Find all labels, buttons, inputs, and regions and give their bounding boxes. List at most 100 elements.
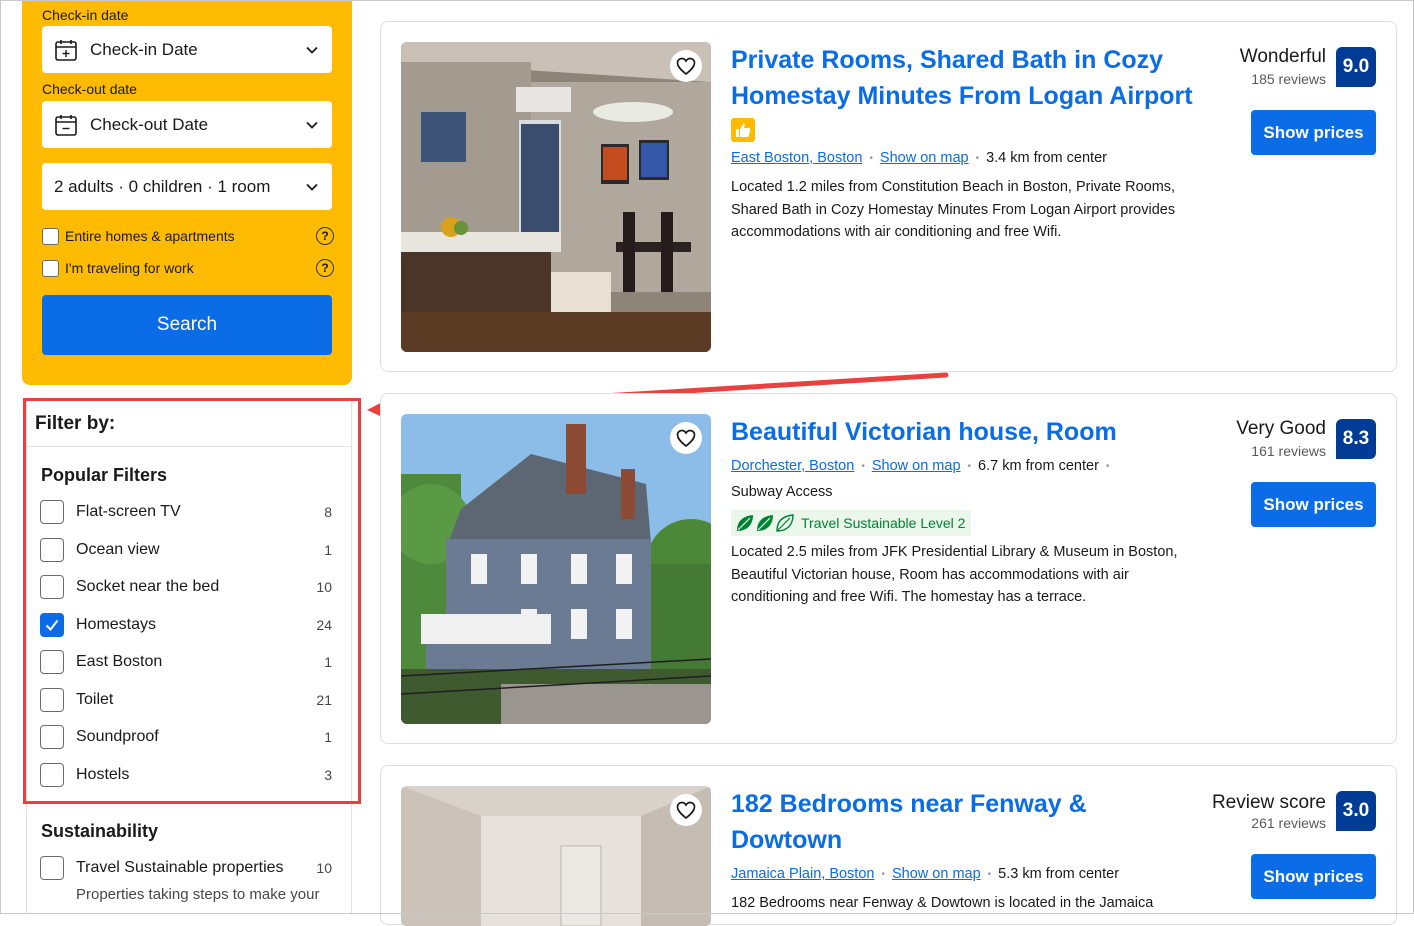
property-description: Located 2.5 miles from JFK Presidential …	[731, 544, 1178, 605]
property-title[interactable]: Private Rooms, Shared Bath in Cozy Homes…	[731, 42, 1201, 114]
filter-count: 10	[316, 860, 332, 876]
filter-label: Socket near the bed	[76, 578, 220, 595]
show-prices-button[interactable]: Show prices	[1251, 854, 1376, 899]
filter-checkbox[interactable]	[40, 650, 64, 674]
filter-checkbox-checked[interactable]	[40, 613, 64, 637]
calendar-icon	[55, 39, 77, 61]
checkout-label: Check-out date	[42, 81, 137, 97]
divider	[27, 446, 351, 447]
heart-icon[interactable]	[670, 422, 702, 454]
interior-photo	[401, 42, 711, 352]
filter-count: 10	[316, 579, 332, 595]
property-card[interactable]: Beautiful Victorian house, Room Dorchest…	[380, 393, 1397, 744]
filter-option[interactable]: Toilet 21	[40, 687, 332, 713]
calendar-icon	[55, 114, 77, 136]
show-prices-button[interactable]: Show prices	[1251, 110, 1376, 155]
distance-text: 6.7 km from center	[978, 458, 1099, 474]
entire-homes-checkbox[interactable]	[42, 227, 59, 245]
filter-checkbox[interactable]	[40, 575, 64, 599]
filter-option[interactable]: Soundproof 1	[40, 724, 332, 750]
entire-homes-label: Entire homes & apartments	[65, 228, 235, 244]
filter-count: 21	[316, 692, 332, 708]
filter-label: Soundproof	[76, 728, 159, 745]
sustainability-title: Sustainability	[41, 821, 159, 841]
checkin-label: Check-in date	[42, 7, 129, 23]
heart-icon[interactable]	[670, 50, 702, 82]
entire-homes-option[interactable]: Entire homes & apartments ?	[42, 226, 334, 246]
filter-option[interactable]: Flat-screen TV 8	[40, 499, 332, 525]
checkmark-icon	[45, 619, 59, 632]
room-photo	[401, 786, 711, 926]
property-description: Located 1.2 miles from Constitution Beac…	[731, 179, 1176, 240]
filter-count: 1	[324, 729, 332, 745]
filter-label: Ocean view	[76, 541, 160, 558]
show-on-map-link[interactable]: Show on map	[880, 150, 969, 166]
filter-label: Flat-screen TV	[76, 503, 181, 520]
separator-dot: •	[869, 152, 873, 164]
work-travel-checkbox[interactable]	[42, 259, 59, 277]
help-icon[interactable]: ?	[316, 227, 334, 245]
filter-option[interactable]: East Boston 1	[40, 649, 332, 675]
property-card[interactable]: 182 Bedrooms near Fenway & Dowtown Jamai…	[380, 765, 1397, 926]
chevron-down-icon	[306, 46, 318, 54]
checkin-date-field[interactable]: Check-in Date	[42, 26, 332, 73]
show-on-map-link[interactable]: Show on map	[872, 458, 961, 474]
area-link[interactable]: East Boston, Boston	[731, 150, 862, 166]
property-title[interactable]: 182 Bedrooms near Fenway & Dowtown	[731, 786, 1151, 858]
filter-option[interactable]: Hostels 3	[40, 762, 332, 788]
distance-text: 3.4 km from center	[986, 150, 1107, 166]
separator-dot: •	[861, 460, 865, 472]
area-link[interactable]: Dorchester, Boston	[731, 458, 854, 474]
show-prices-button[interactable]: Show prices	[1251, 482, 1376, 527]
sustainability-badge: Travel Sustainable Level 2	[731, 510, 972, 536]
filter-count: 24	[316, 617, 332, 633]
filter-option[interactable]: Travel Sustainable properties 10	[40, 855, 332, 881]
filter-checkbox[interactable]	[40, 538, 64, 562]
checkout-date-field[interactable]: Check-out Date	[42, 101, 332, 148]
heart-icon[interactable]	[670, 794, 702, 826]
filter-option[interactable]: Socket near the bed 10	[40, 574, 332, 600]
filter-panel: Filter by: Popular Filters Flat-screen T…	[26, 400, 352, 914]
property-photo[interactable]	[401, 414, 711, 724]
review-count: 261 reviews	[1251, 815, 1326, 831]
area-link[interactable]: Jamaica Plain, Boston	[731, 866, 874, 882]
filter-checkbox[interactable]	[40, 856, 64, 880]
filter-label: Travel Sustainable properties	[76, 859, 284, 876]
guests-value: 2 adults · 0 children · 1 room	[54, 176, 271, 196]
property-description: 182 Bedrooms near Fenway & Dowtown is lo…	[731, 895, 1154, 911]
filter-checkbox[interactable]	[40, 500, 64, 524]
property-photo[interactable]	[401, 786, 711, 926]
separator-dot: •	[881, 868, 885, 880]
guests-selector[interactable]: 2 adults · 0 children · 1 room	[42, 163, 332, 210]
property-card[interactable]: Private Rooms, Shared Bath in Cozy Homes…	[380, 21, 1397, 372]
checkin-date-value: Check-in Date	[90, 39, 198, 59]
work-travel-option[interactable]: I'm traveling for work ?	[42, 258, 334, 278]
rating-word: Review score	[1211, 792, 1326, 813]
separator-dot: •	[967, 460, 972, 472]
filter-label: Toilet	[76, 691, 114, 708]
filter-label: East Boston	[76, 653, 163, 670]
filter-description: Properties taking steps to make your	[76, 886, 320, 903]
location-row: East Boston, Boston • Show on map • 3.4 …	[731, 150, 1107, 166]
rating-word: Very Good	[1236, 418, 1326, 439]
transit-text: Subway Access	[731, 484, 833, 500]
rating-word: Wonderful	[1239, 46, 1326, 67]
filter-checkbox[interactable]	[40, 725, 64, 749]
work-travel-label: I'm traveling for work	[65, 260, 194, 276]
filter-count: 1	[324, 654, 332, 670]
filter-count: 1	[324, 542, 332, 558]
review-score-badge: 9.0	[1336, 47, 1376, 87]
filter-checkbox[interactable]	[40, 688, 64, 712]
chevron-down-icon	[306, 121, 318, 129]
search-button[interactable]: Search	[42, 295, 332, 355]
location-row: Jamaica Plain, Boston • Show on map • 5.…	[731, 866, 1119, 882]
filter-title: Filter by:	[35, 413, 116, 434]
help-icon[interactable]: ?	[316, 259, 334, 277]
property-photo[interactable]	[401, 42, 711, 352]
chevron-down-icon	[306, 183, 318, 191]
property-title[interactable]: Beautiful Victorian house, Room	[731, 414, 1201, 450]
filter-checkbox[interactable]	[40, 763, 64, 787]
filter-option[interactable]: Ocean view 1	[40, 537, 332, 563]
filter-option[interactable]: Homestays 24	[40, 612, 332, 638]
show-on-map-link[interactable]: Show on map	[892, 866, 981, 882]
